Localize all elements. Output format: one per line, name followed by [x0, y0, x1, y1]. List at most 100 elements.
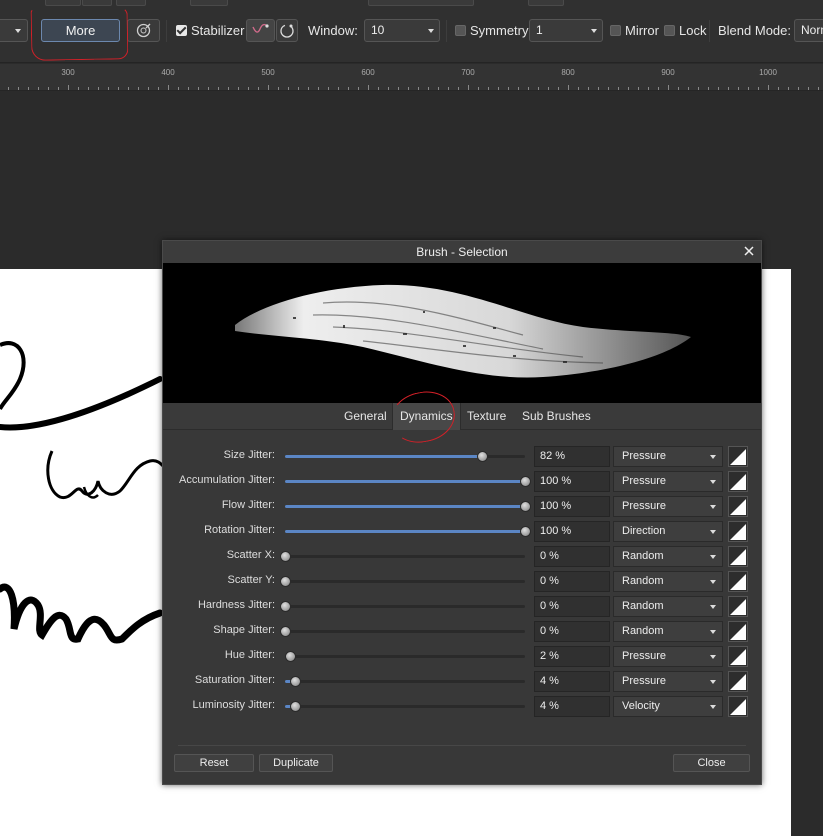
controller-select[interactable]: Random — [613, 546, 723, 567]
pressure-curve-button[interactable] — [728, 696, 748, 717]
pressure-curve-button[interactable] — [728, 671, 748, 692]
close-icon[interactable] — [741, 243, 757, 259]
controller-select[interactable]: Pressure — [613, 646, 723, 667]
controller-select[interactable]: Random — [613, 596, 723, 617]
jitter-value-field[interactable]: 2 % — [534, 646, 610, 667]
controller-value: Random — [622, 625, 664, 637]
controller-select[interactable]: Direction — [613, 521, 723, 542]
stabilizer-checkbox[interactable] — [176, 25, 187, 36]
jitter-value-field[interactable]: 4 % — [534, 696, 610, 717]
slider-handle[interactable] — [520, 501, 531, 512]
duplicate-button[interactable]: Duplicate — [259, 754, 333, 772]
horizontal-ruler: 300 400 500 600 700 800 900 1000 — [0, 64, 823, 91]
rope-mode-button[interactable] — [246, 19, 275, 42]
pressure-curve-button[interactable] — [728, 646, 748, 667]
jitter-value-field[interactable]: 100 % — [534, 521, 610, 542]
force-pressure-button[interactable] — [127, 19, 160, 42]
close-button[interactable]: Close — [673, 754, 750, 772]
jitter-value-field[interactable]: 0 % — [534, 546, 610, 567]
jitter-value-field[interactable]: 0 % — [534, 596, 610, 617]
tab-texture[interactable]: Texture — [460, 403, 513, 430]
pressure-curve-button[interactable] — [728, 546, 748, 567]
tab-sub-brushes[interactable]: Sub Brushes — [515, 403, 598, 430]
slider-handle[interactable] — [284, 651, 296, 662]
chevron-down-icon — [710, 455, 716, 459]
pressure-curve-icon — [730, 549, 746, 565]
tab-general[interactable]: General — [337, 403, 394, 430]
window-mode-button[interactable] — [276, 19, 298, 42]
controller-select[interactable]: Random — [613, 571, 723, 592]
jitter-value-field[interactable]: 100 % — [534, 496, 610, 517]
jitter-slider[interactable] — [280, 601, 525, 612]
pressure-curve-icon — [730, 599, 746, 615]
toolbar-stub-button[interactable] — [528, 0, 564, 6]
slider-handle[interactable] — [280, 626, 291, 637]
jitter-slider[interactable] — [285, 501, 531, 512]
controller-select[interactable]: Pressure — [613, 446, 723, 467]
slider-handle[interactable] — [520, 526, 531, 537]
row-label: Hardness Jitter: — [197, 599, 275, 611]
controller-value: Pressure — [622, 650, 667, 662]
controller-select[interactable]: Pressure — [613, 671, 723, 692]
jitter-value-field[interactable]: 100 % — [534, 471, 610, 492]
window-input[interactable]: 10 — [364, 19, 440, 42]
toolbar-stub-button[interactable] — [116, 0, 146, 6]
blend-mode-select[interactable]: Norm — [794, 19, 823, 42]
controller-value: Direction — [622, 525, 666, 537]
pressure-curve-button[interactable] — [728, 571, 748, 592]
slider-handle[interactable] — [280, 551, 291, 562]
pressure-curve-button[interactable] — [728, 446, 748, 467]
lock-checkbox[interactable] — [664, 25, 675, 36]
slider-handle[interactable] — [280, 576, 291, 587]
controller-select[interactable]: Random — [613, 621, 723, 642]
jitter-slider[interactable] — [285, 526, 531, 537]
brush-dropdown[interactable] — [0, 19, 28, 42]
slider-handle[interactable] — [280, 601, 291, 612]
dynamics-row: Luminosity Jitter: 4 % Velocity — [163, 694, 761, 719]
pressure-curve-button[interactable] — [728, 596, 748, 617]
jitter-value-field[interactable]: 82 % — [534, 446, 610, 467]
pressure-curve-button[interactable] — [728, 471, 748, 492]
controller-select[interactable]: Pressure — [613, 471, 723, 492]
jitter-value-field[interactable]: 4 % — [534, 671, 610, 692]
reset-button[interactable]: Reset — [174, 754, 254, 772]
row-label: Scatter Y: — [227, 574, 276, 586]
toolbar-stub-field[interactable] — [368, 0, 474, 6]
slider-handle[interactable] — [476, 451, 488, 462]
controller-value: Pressure — [622, 675, 667, 687]
jitter-slider[interactable] — [280, 551, 525, 562]
controller-select[interactable]: Velocity — [613, 696, 723, 717]
jitter-slider[interactable] — [285, 476, 531, 487]
jitter-slider[interactable] — [285, 676, 525, 687]
toolbar-stub-button[interactable] — [82, 0, 112, 6]
controller-select[interactable]: Pressure — [613, 496, 723, 517]
slider-fill — [285, 505, 525, 508]
row-label: Rotation Jitter: — [204, 524, 275, 536]
slider-handle[interactable] — [289, 701, 301, 712]
blend-mode-label: Blend Mode: — [718, 23, 791, 38]
slider-handle[interactable] — [520, 476, 531, 487]
row-label: Scatter X: — [226, 549, 275, 561]
pressure-curve-button[interactable] — [728, 521, 748, 542]
jitter-slider[interactable] — [285, 701, 525, 712]
jitter-slider[interactable] — [280, 626, 525, 637]
chevron-down-icon — [710, 580, 716, 584]
toolbar-stub-button[interactable] — [45, 0, 81, 6]
dynamics-row: Scatter X: 0 % Random — [163, 544, 761, 569]
jitter-slider[interactable] — [280, 576, 525, 587]
mirror-checkbox[interactable] — [610, 25, 621, 36]
pressure-curve-button[interactable] — [728, 496, 748, 517]
pressure-curve-button[interactable] — [728, 621, 748, 642]
controller-value: Random — [622, 550, 664, 562]
chevron-down-icon — [710, 655, 716, 659]
jitter-value-field[interactable]: 0 % — [534, 571, 610, 592]
jitter-slider[interactable] — [285, 451, 525, 462]
symmetry-count-input[interactable]: 1 — [529, 19, 603, 42]
jitter-value-field[interactable]: 0 % — [534, 621, 610, 642]
slider-handle[interactable] — [289, 676, 301, 687]
toolbar-stub-button[interactable] — [190, 0, 228, 6]
controller-value: Pressure — [622, 475, 667, 487]
jitter-slider[interactable] — [284, 651, 525, 662]
symmetry-checkbox[interactable] — [455, 25, 466, 36]
chevron-down-icon — [710, 705, 716, 709]
